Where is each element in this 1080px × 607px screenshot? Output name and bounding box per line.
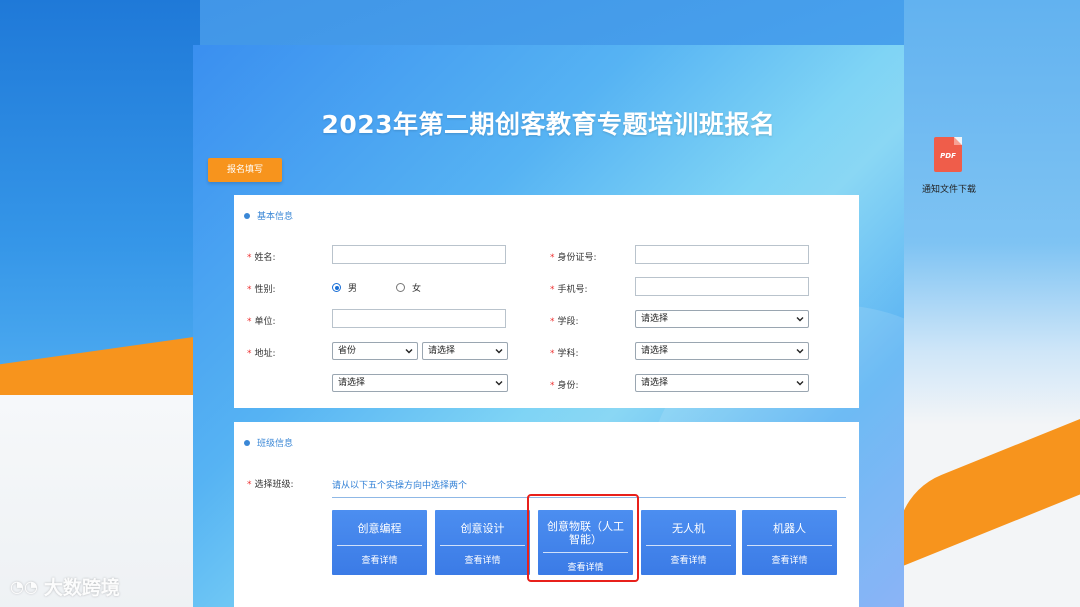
subject-label: * 学科: bbox=[550, 349, 579, 359]
identity-select[interactable]: 请选择 bbox=[635, 374, 809, 392]
watermark-text: 大数跨境 bbox=[43, 577, 120, 599]
gender-radio-female[interactable]: 女 bbox=[396, 281, 421, 294]
chevron-down-icon bbox=[405, 349, 413, 354]
gender-label: * 性别: bbox=[247, 285, 276, 295]
course-name: 机器人 bbox=[773, 522, 806, 535]
basic-info-section-title: 基本信息 bbox=[244, 209, 293, 222]
tab-registration[interactable]: 报名填写 bbox=[208, 158, 282, 182]
course-divider bbox=[337, 545, 422, 546]
course-detail-link[interactable]: 查看详情 bbox=[742, 553, 837, 566]
radio-checked-icon bbox=[332, 283, 341, 292]
pdf-file-icon: PDF bbox=[934, 137, 962, 172]
unit-label: * 单位: bbox=[247, 317, 276, 327]
bullet-dot-icon bbox=[244, 439, 250, 446]
radio-unchecked-icon bbox=[396, 283, 405, 292]
province-select[interactable]: 省份 bbox=[332, 342, 418, 360]
course-name: 无人机 bbox=[672, 522, 705, 535]
course-card-robot[interactable]: 机器人 查看详情 bbox=[742, 510, 837, 575]
city-select[interactable]: 请选择 bbox=[422, 342, 508, 360]
address-label: * 地址: bbox=[247, 349, 276, 359]
phone-input[interactable] bbox=[635, 277, 809, 296]
identity-label: * 身份: bbox=[550, 381, 579, 391]
chevron-down-icon bbox=[796, 349, 804, 354]
course-name: 创意编程 bbox=[357, 522, 402, 535]
basic-info-title-text: 基本信息 bbox=[257, 212, 294, 222]
course-card-iot-ai[interactable]: 创意物联（人工智能） 查看详情 bbox=[538, 510, 633, 575]
name-input[interactable] bbox=[332, 245, 506, 264]
class-hint: 请从以下五个实操方向中选择两个 bbox=[332, 478, 846, 498]
class-info-title-text: 班级信息 bbox=[257, 439, 294, 449]
phone-label: * 手机号: bbox=[550, 285, 588, 295]
name-label: * 姓名: bbox=[247, 253, 276, 263]
course-detail-link[interactable]: 查看详情 bbox=[641, 553, 736, 566]
course-card-drone[interactable]: 无人机 查看详情 bbox=[641, 510, 736, 575]
district-select[interactable]: 请选择 bbox=[332, 374, 508, 392]
gender-radio-male[interactable]: 男 bbox=[332, 281, 357, 294]
course-name: 创意设计 bbox=[460, 522, 505, 535]
course-divider bbox=[543, 552, 628, 553]
chevron-down-icon bbox=[796, 381, 804, 386]
course-detail-link[interactable]: 查看详情 bbox=[435, 553, 530, 566]
stage-select[interactable]: 请选择 bbox=[635, 310, 809, 328]
id-number-label: * 身份证号: bbox=[550, 253, 597, 263]
course-divider bbox=[440, 545, 525, 546]
notice-download-label: 通知文件下载 bbox=[921, 185, 976, 195]
class-info-section-title: 班级信息 bbox=[244, 436, 293, 449]
course-name: 创意物联（人工智能） bbox=[547, 520, 624, 546]
class-info-panel: 班级信息 * 选择班级: 请从以下五个实操方向中选择两个 创意编程 查看详情 创意… bbox=[234, 422, 859, 607]
chevron-down-icon bbox=[495, 381, 503, 386]
basic-info-panel: 基本信息 * 姓名: * 性别: 男 女 * 单位: * 地址: 省份 请选择 请选择 … bbox=[234, 195, 859, 408]
course-detail-link[interactable]: 查看详情 bbox=[332, 553, 427, 566]
chevron-down-icon bbox=[495, 349, 503, 354]
course-divider bbox=[646, 545, 731, 546]
watermark: ◔◔ 大数跨境 bbox=[10, 573, 120, 600]
notice-download-link[interactable]: PDF 通知文件下载 bbox=[918, 137, 980, 195]
subject-select[interactable]: 请选择 bbox=[635, 342, 809, 360]
bullet-dot-icon bbox=[244, 212, 250, 219]
course-card-design[interactable]: 创意设计 查看详情 bbox=[435, 510, 530, 575]
watermark-logo-icon: ◔◔ bbox=[10, 577, 38, 596]
course-divider bbox=[747, 545, 832, 546]
course-card-programming[interactable]: 创意编程 查看详情 bbox=[332, 510, 427, 575]
course-detail-link[interactable]: 查看详情 bbox=[538, 560, 633, 573]
page-title: 2023年第二期创客教育专题培训班报名 bbox=[321, 110, 776, 139]
stage-label: * 学段: bbox=[550, 317, 579, 327]
id-number-input[interactable] bbox=[635, 245, 809, 264]
select-class-label: * 选择班级: bbox=[247, 480, 294, 490]
chevron-down-icon bbox=[796, 317, 804, 322]
registration-card: 2023年第二期创客教育专题培训班报名 报名填写 基本信息 * 姓名: * 性别: … bbox=[193, 45, 904, 607]
unit-input[interactable] bbox=[332, 309, 506, 328]
